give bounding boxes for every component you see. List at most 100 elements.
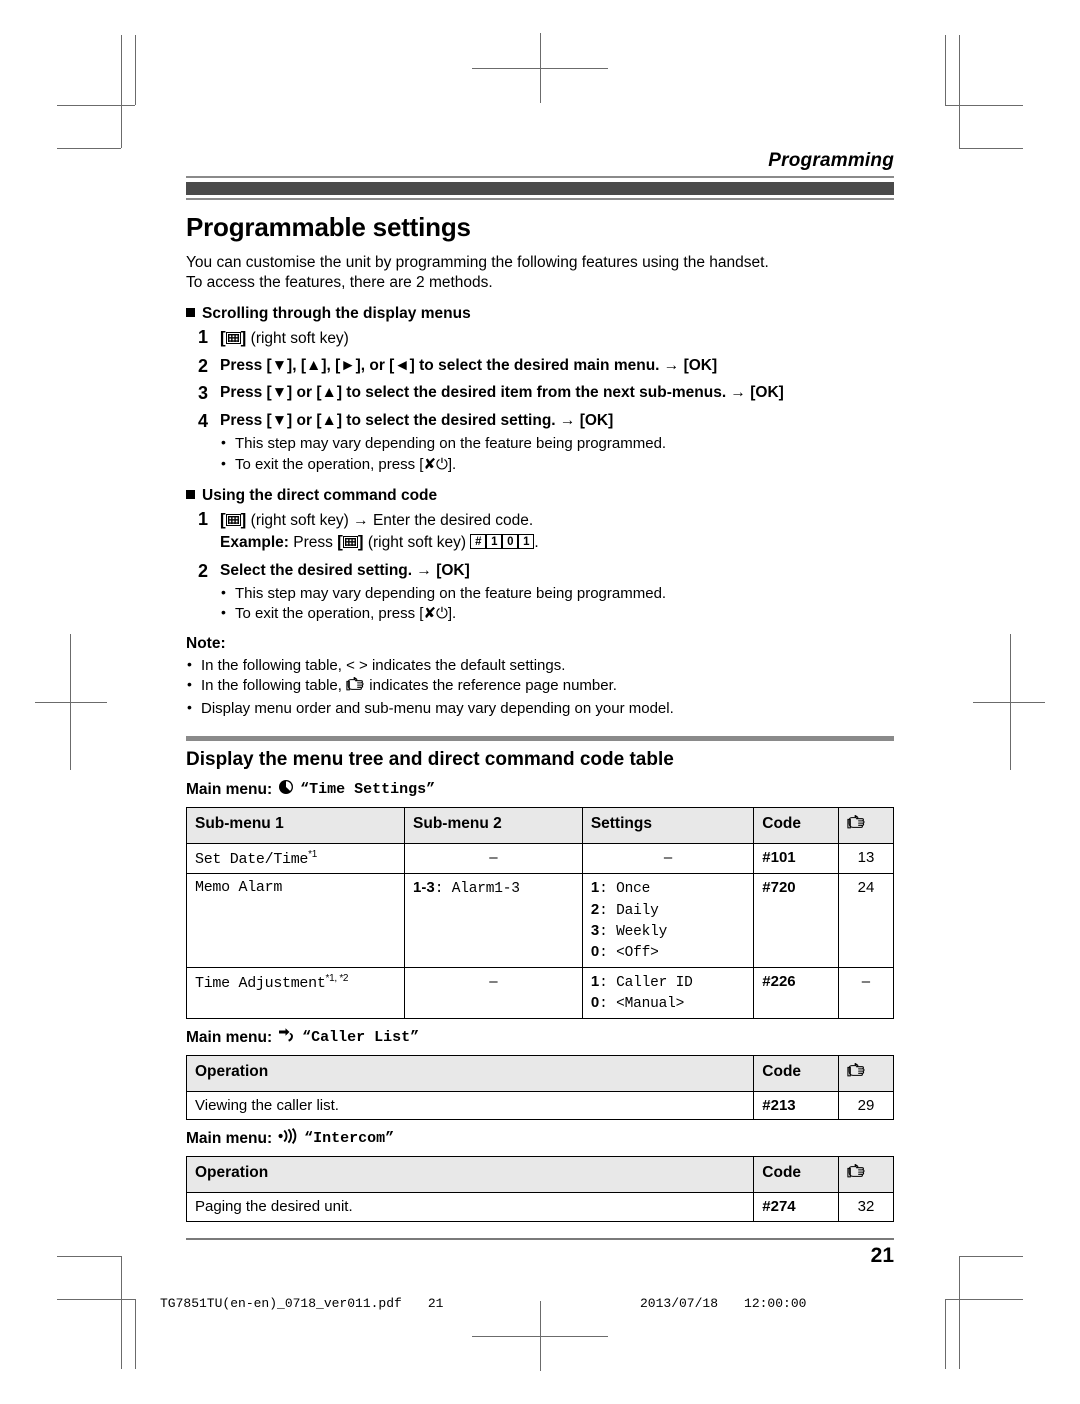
bullet-item: To exit the operation, press [✘⏻]. bbox=[220, 603, 894, 624]
cell-operation: Viewing the caller list. bbox=[185, 1090, 755, 1121]
note-item2-post: indicates the reference page number. bbox=[369, 677, 617, 695]
main-menu-label-caller-list: Main menu: “Caller List” bbox=[186, 1027, 894, 1048]
table-row: Set Date/Time*1 – – #101 13 bbox=[185, 842, 895, 875]
step-text: Select the desired setting. → [OK] This … bbox=[220, 561, 894, 625]
cell-code: #213 bbox=[753, 1090, 839, 1121]
page-content: Programming Programmable settings You ca… bbox=[185, 150, 895, 1268]
scrolling-steps: 1 [] (right soft key) 2 Press [▼], [▲], … bbox=[186, 327, 894, 476]
column-header-sub-menu-2: Sub-menu 2 bbox=[404, 807, 583, 844]
cell-reference-page: 24 bbox=[837, 873, 895, 968]
main-menu-prefix: Main menu: bbox=[186, 780, 273, 798]
page-number: 21 bbox=[870, 1243, 894, 1267]
setting-option: 3: Weekly bbox=[590, 921, 668, 940]
main-menu-prefix: Main menu: bbox=[186, 1129, 273, 1147]
direct-step1-post: (right soft key) → Enter the desired cod… bbox=[250, 512, 534, 530]
note-item: In the following table, < > indicates th… bbox=[186, 655, 894, 676]
square-bullet-icon bbox=[186, 307, 195, 317]
sheet-date: 2013/07/18 bbox=[640, 1296, 719, 1311]
cell-code: #101 bbox=[753, 842, 839, 875]
step-text: [] (right soft key) bbox=[220, 327, 894, 349]
soft-key-grid-icon bbox=[225, 331, 241, 344]
intro-line-2: To access the features, there are 2 meth… bbox=[186, 273, 493, 291]
cell-code: #226 bbox=[753, 966, 839, 1020]
step-item: 4 Press [▼] or [▲] to select the desired… bbox=[186, 411, 894, 475]
direct-step2-text: Select the desired setting. → [OK] bbox=[220, 561, 470, 579]
table-row: Time Adjustment*1, *2 – 1: Caller ID 0: … bbox=[185, 966, 895, 1020]
main-menu-name: “Intercom” bbox=[304, 1130, 395, 1148]
table-header-row: Operation Code bbox=[185, 1055, 895, 1092]
step-text: Press [▼], [▲], [►], or [◄] to select th… bbox=[220, 356, 718, 374]
section-heading-scrolling-label: Scrolling through the display menus bbox=[202, 304, 471, 322]
pointing-hand-icon bbox=[847, 1164, 866, 1185]
main-menu-label-time-settings: Main menu: “Time Settings” bbox=[186, 779, 894, 800]
bracket-close: ] bbox=[240, 510, 247, 530]
main-menu-name: “Time Settings” bbox=[300, 781, 436, 799]
setting-option: 0: <Off> bbox=[590, 942, 659, 961]
sheet-time: 12:00:00 bbox=[744, 1296, 807, 1311]
soft-key-grid-icon bbox=[342, 536, 358, 549]
keypad-key-0: 0 bbox=[502, 534, 519, 550]
column-header-operation: Operation bbox=[185, 1156, 755, 1193]
bullet-item: To exit the operation, press [✘⏻]. bbox=[220, 454, 894, 475]
column-header-code: Code bbox=[753, 1156, 839, 1193]
cell-sub-menu-2: 1-3: Alarm1-3 bbox=[404, 873, 583, 968]
column-header-sub-menu-1: Sub-menu 1 bbox=[185, 807, 406, 844]
running-head: Programming bbox=[768, 150, 894, 171]
step-item: 2 Press [▼], [▲], [►], or [◄] to select … bbox=[186, 356, 894, 377]
table-row: Paging the desired unit. #274 32 bbox=[185, 1191, 895, 1222]
table-row: Memo Alarm 1-3: Alarm1-3 1: Once 2: Dail… bbox=[185, 873, 895, 968]
step4-bullets: This step may vary depending on the feat… bbox=[220, 433, 894, 475]
intro-line-1: You can customise the unit by programmin… bbox=[186, 254, 769, 271]
step-number: 3 bbox=[197, 383, 208, 404]
sheet-info-left: TG7851TU(en-en)_0718_ver011.pdf 21 bbox=[160, 1296, 443, 1311]
pointing-hand-icon bbox=[346, 677, 365, 698]
header-bar bbox=[186, 182, 894, 195]
step-text: Press [▼] or [▲] to select the desired i… bbox=[220, 384, 784, 402]
cell-operation: Paging the desired unit. bbox=[185, 1191, 755, 1222]
example-mid: (right soft key) bbox=[367, 534, 467, 552]
setting-option: 2: Daily bbox=[590, 900, 659, 919]
sheet-page: 21 bbox=[427, 1296, 444, 1311]
section-heading-scrolling: Scrolling through the display menus bbox=[186, 305, 894, 323]
table-header-row: Operation Code bbox=[185, 1156, 895, 1193]
table-header-row: Sub-menu 1 Sub-menu 2 Settings Code bbox=[185, 807, 895, 844]
note-label: Note: bbox=[186, 634, 226, 652]
section-heading-direct: Using the direct command code bbox=[186, 487, 894, 505]
cell-settings: – bbox=[581, 842, 755, 875]
table-row: Viewing the caller list. #213 29 bbox=[185, 1090, 895, 1121]
table-intercom: Operation Code Paging the desired unit. … bbox=[185, 1156, 895, 1222]
step-number: 1 bbox=[197, 509, 208, 530]
note-list: In the following table, < > indicates th… bbox=[186, 655, 894, 719]
section-divider-rule bbox=[186, 736, 894, 742]
footer-rule bbox=[186, 1237, 894, 1240]
step-item: 3 Press [▼] or [▲] to select the desired… bbox=[186, 383, 894, 404]
note-item: In the following table, indicates the re… bbox=[186, 675, 894, 698]
soft-key-grid-icon bbox=[225, 514, 241, 527]
keypad-key-hash: # bbox=[470, 534, 487, 550]
step-item: 2 Select the desired setting. → [OK] Thi… bbox=[186, 561, 894, 625]
column-header-reference-page bbox=[837, 1055, 895, 1092]
example-label: Example: bbox=[220, 534, 289, 552]
step-number: 2 bbox=[197, 560, 208, 581]
setting-option: 1: Once bbox=[590, 879, 651, 898]
step-item: 1 [] (right soft key) bbox=[186, 327, 894, 349]
direct-steps: 1 [] (right soft key) → Enter the desire… bbox=[186, 509, 894, 624]
keypad-key-1: 1 bbox=[486, 534, 503, 550]
step-text: Press [▼] or [▲] to select the desired s… bbox=[220, 411, 894, 475]
cell-sub-menu-1: Time Adjustment*1, *2 bbox=[185, 966, 406, 1020]
example-end: . bbox=[534, 534, 539, 552]
step-text: [] (right soft key) → Enter the desired … bbox=[220, 509, 894, 553]
setting-option: 0: <Manual> bbox=[590, 994, 685, 1013]
page-title: Programmable settings bbox=[186, 212, 471, 242]
pointing-hand-icon bbox=[847, 815, 866, 836]
table-caller-list: Operation Code Viewing the caller list. … bbox=[185, 1055, 895, 1121]
column-header-code: Code bbox=[753, 1055, 839, 1092]
bullet-item: This step may vary depending on the feat… bbox=[220, 433, 894, 454]
pointing-hand-icon bbox=[847, 1063, 866, 1084]
note-item2-pre: In the following table, bbox=[201, 677, 342, 695]
step-number: 2 bbox=[197, 355, 208, 376]
table-time-settings: Sub-menu 1 Sub-menu 2 Settings Code Set … bbox=[185, 807, 895, 1020]
cell-settings: 1: Once 2: Daily 3: Weekly 0: <Off> bbox=[581, 873, 755, 968]
square-bullet-icon bbox=[186, 490, 195, 500]
header-rule-top bbox=[186, 176, 894, 178]
